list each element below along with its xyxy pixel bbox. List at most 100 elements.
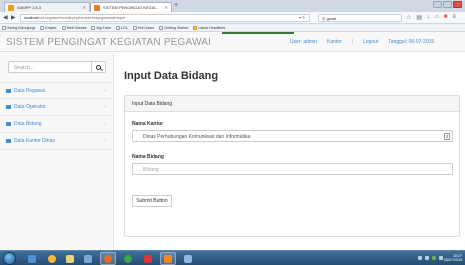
folder-icon <box>2 25 6 30</box>
chevron-right-icon: › <box>104 104 106 110</box>
new-tab-button[interactable]: + <box>174 2 178 9</box>
panel-heading: Input Data Bidang <box>125 96 459 112</box>
logout-link[interactable]: Logout <box>363 39 378 45</box>
sidebar-item-data-bidang[interactable]: Data Bidang › <box>0 116 114 133</box>
header-links: User: admin Kantor | Logout Tanggal: 06-… <box>290 39 434 45</box>
download-icon[interactable]: ↓ <box>427 14 430 21</box>
sidebar-item-data-kantor-dinas[interactable]: Data Kantor Dinas › <box>0 133 114 150</box>
chevron-right-icon: › <box>104 88 106 94</box>
date-link[interactable]: Tanggal: 06-07-2015 <box>388 39 434 45</box>
kantor-selected-value: Dinas Perhubungan Komunikasi dan Informa… <box>143 134 251 140</box>
address-bar[interactable]: localhost/crit-kegiatan/module.php/modul… <box>20 14 310 22</box>
search-button[interactable] <box>91 62 105 72</box>
taskbar-app[interactable] <box>100 252 116 265</box>
taskbar-app[interactable] <box>160 252 176 265</box>
menu-icon[interactable]: ≡ <box>452 14 456 21</box>
system-clock[interactable]: 16:27 06/07/2015 <box>444 254 462 262</box>
app-brand[interactable]: SISTEM PENGINGAT KEGIATAN PEGAWAI <box>6 37 211 48</box>
sidebar-item-data-pegawai[interactable]: Data Pegawai › <box>0 82 114 99</box>
kantor-select[interactable]: Dinas Perhubungan Komunikasi dan Informa… <box>132 130 453 142</box>
bookmark-label: Empire <box>45 25 57 30</box>
taskbar-app[interactable] <box>80 252 96 265</box>
xampp-icon <box>164 254 172 263</box>
close-icon[interactable]: ✕ <box>165 5 168 10</box>
network-icon <box>28 254 36 263</box>
opera-icon <box>144 254 152 263</box>
dashboard-icon <box>6 122 11 126</box>
sidebar-item-label: Data Operator <box>14 104 46 110</box>
bidang-input[interactable]: Bidang <box>132 163 453 175</box>
taskbar-app[interactable] <box>62 252 78 265</box>
forward-icon[interactable]: ▶ <box>11 14 16 21</box>
bookmark-item[interactable]: Sering Dikunjungi <box>2 25 36 30</box>
bookmark-label: LOL <box>121 25 128 30</box>
search-value: gmail <box>326 16 337 21</box>
rss-icon <box>193 25 198 30</box>
dashboard-icon <box>6 139 11 143</box>
bidang-label: Nama Bidang <box>132 154 164 160</box>
bookmark-star-icon[interactable]: ☆ <box>406 14 411 21</box>
kantor-label: Nama Kantor <box>132 121 164 127</box>
submit-button[interactable]: Submit Button <box>132 195 172 207</box>
folder-icon <box>132 25 137 30</box>
taskbar-app[interactable] <box>180 252 196 265</box>
tab-sistem[interactable]: SISTEM PENGINGAT KEGIA... ✕ <box>90 2 172 12</box>
window-close-button[interactable] <box>453 1 462 8</box>
url-path: /crit-kegiatan/module.php/module/bidang/… <box>38 16 125 20</box>
bookmark-item[interactable]: Web Games <box>61 25 86 30</box>
sidebar-item-label: Data Kantor Dinas <box>14 138 55 144</box>
taskbar-app[interactable] <box>120 252 136 265</box>
battery-icon[interactable] <box>432 256 436 260</box>
addon-icon[interactable]: ■ <box>444 14 448 21</box>
search-bar[interactable]: ◎ gmail <box>318 14 402 22</box>
firefox-icon <box>104 254 112 263</box>
minimize-button[interactable] <box>433 1 442 8</box>
sidebar-search: Search... <box>8 61 106 73</box>
chrome-icon <box>124 254 132 263</box>
browser-navbar: ◀ ▶ localhost/crit-kegiatan/module.php/m… <box>0 12 465 24</box>
toolbar-icons: ☆ ▤ ↓ ⌂ ■ ≡ <box>406 14 456 21</box>
maximize-button[interactable] <box>443 1 452 8</box>
search-input[interactable]: Search... <box>14 65 34 71</box>
bookmarks-bar: Sering Dikunjungi Empire Web Games Big F… <box>0 24 465 32</box>
taskbar-app[interactable] <box>140 252 156 265</box>
home-icon[interactable]: ⌂ <box>435 14 439 21</box>
close-icon[interactable]: ✕ <box>83 5 86 10</box>
taskbar-app[interactable] <box>44 252 60 265</box>
ie-icon <box>48 254 56 263</box>
taskbar-app[interactable] <box>24 252 40 265</box>
search-icon <box>96 64 101 70</box>
bookmark-item[interactable]: Hot Game <box>132 25 155 30</box>
window-controls <box>433 1 462 8</box>
tray-icon[interactable] <box>425 256 429 260</box>
tab-label: SISTEM PENGINGAT KEGIA... <box>103 5 159 10</box>
bookmark-label: Big Farm <box>96 25 112 30</box>
form-panel: Input Data Bidang Nama Kantor Dinas Perh… <box>124 95 460 237</box>
bookmark-label: Sering Dikunjungi <box>7 25 36 30</box>
sidebar-item-data-operator[interactable]: Data Operator › <box>0 99 114 116</box>
tab-xampp[interactable]: XAMPP 1.8.3 ✕ <box>4 2 90 12</box>
sidebar: Search... Data Pegawai › Data Operator ›… <box>0 53 114 250</box>
paint-icon <box>184 254 192 263</box>
user-link[interactable]: User: admin <box>290 39 317 45</box>
folder-icon <box>116 25 121 30</box>
reload-icon[interactable]: ▾ ↻ <box>299 15 305 20</box>
bookmark-label: Latest Headlines <box>198 25 226 30</box>
header-separator: | <box>351 39 353 45</box>
back-icon[interactable]: ◀ <box>3 14 8 21</box>
app-header: SISTEM PENGINGAT KEGIATAN PEGAWAI User: … <box>0 32 465 52</box>
system-tray <box>418 256 443 260</box>
folder-icon <box>40 25 45 30</box>
bookmark-label: Hot Game <box>137 25 155 30</box>
volume-icon[interactable] <box>439 256 443 260</box>
library-icon[interactable]: ▤ <box>416 14 422 21</box>
bookmark-item[interactable]: Empire <box>40 25 57 30</box>
select-arrows-icon: ⇕ <box>444 133 450 140</box>
kantor-link[interactable]: Kantor <box>327 39 342 45</box>
bookmark-item[interactable]: Latest Headlines <box>193 25 226 30</box>
bookmark-item[interactable]: Getting Started <box>159 25 188 30</box>
bookmark-item[interactable]: Big Farm <box>91 25 112 30</box>
start-button[interactable] <box>3 252 16 265</box>
bookmark-item[interactable]: LOL <box>116 25 128 30</box>
tray-icon[interactable] <box>418 256 422 260</box>
